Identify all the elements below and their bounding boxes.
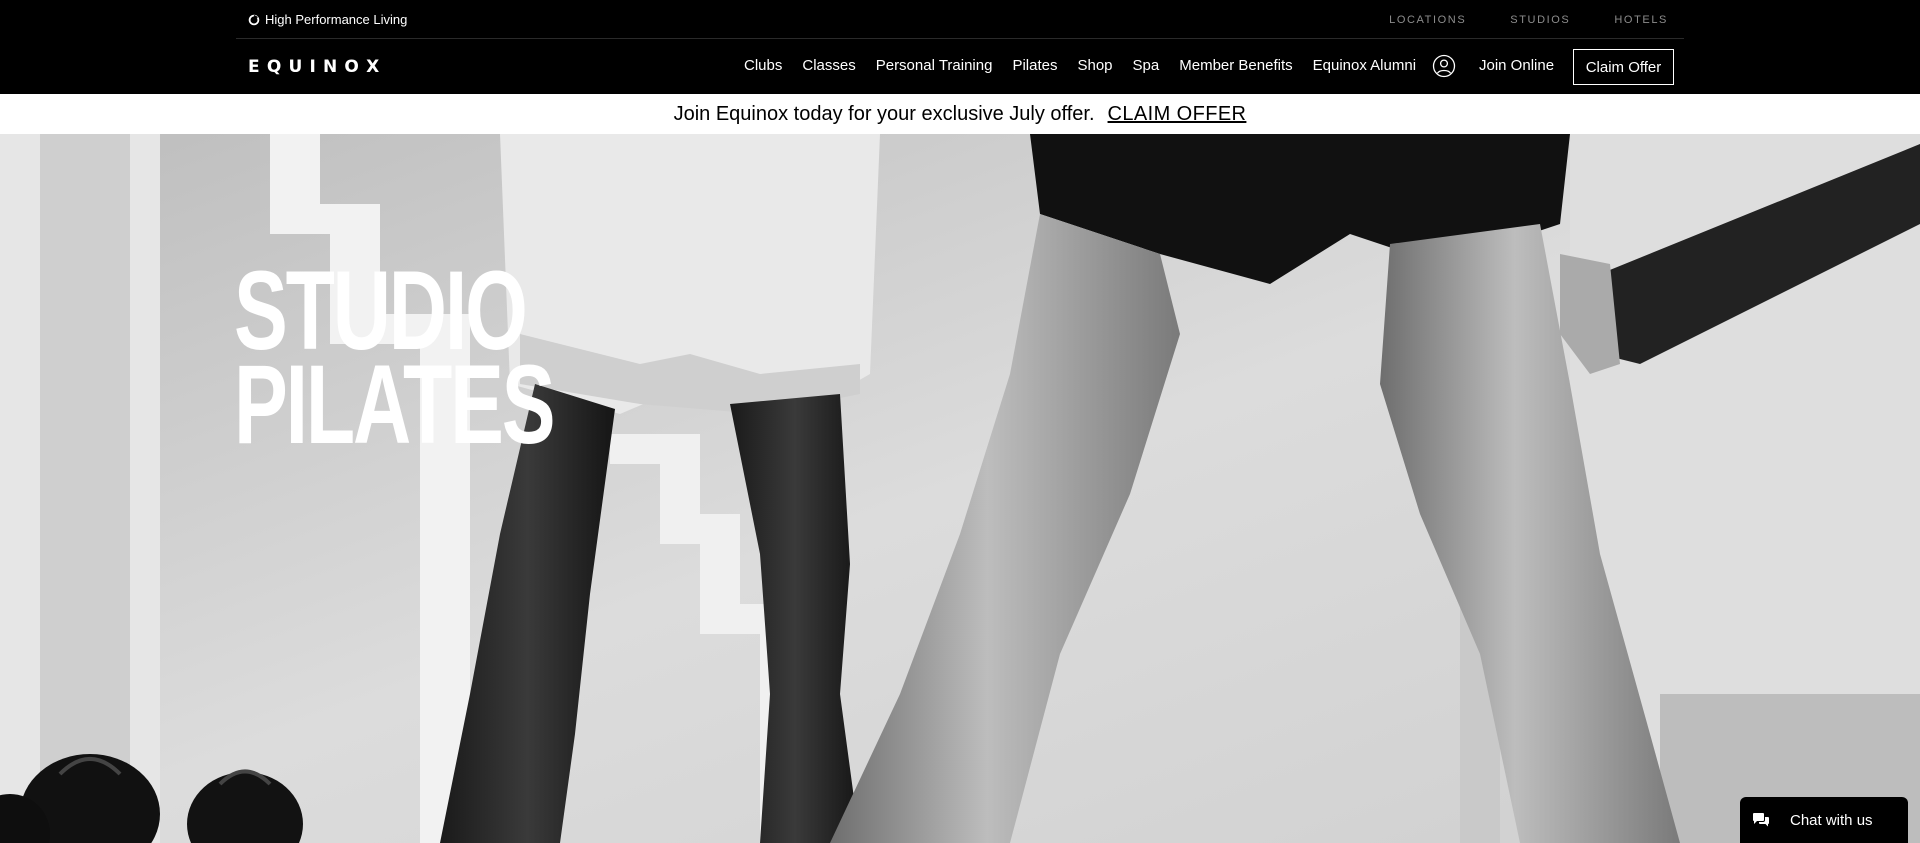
join-online-link[interactable]: Join Online bbox=[1479, 57, 1554, 74]
primary-nav-links: Clubs Classes Personal Training Pilates … bbox=[744, 57, 1436, 74]
utility-links: LOCATIONS STUDIOS HOTELS bbox=[1389, 14, 1668, 26]
high-performance-living-link[interactable]: High Performance Living bbox=[248, 12, 407, 27]
utility-link-locations[interactable]: LOCATIONS bbox=[1389, 14, 1466, 26]
site-header: High Performance Living LOCATIONS STUDIO… bbox=[0, 0, 1920, 94]
main-navigation: EQUINO X Clubs Classes Personal Training … bbox=[236, 39, 1684, 94]
nav-item-member-benefits[interactable]: Member Benefits bbox=[1179, 57, 1292, 74]
utility-link-hotels[interactable]: HOTELS bbox=[1614, 14, 1668, 26]
utility-bar: High Performance Living LOCATIONS STUDIO… bbox=[236, 0, 1684, 39]
promo-text: Join Equinox today for your exclusive Ju… bbox=[673, 102, 1095, 125]
equinox-logo[interactable]: EQUINO X bbox=[248, 57, 379, 77]
nav-item-equinox-alumni[interactable]: Equinox Alumni bbox=[1313, 57, 1416, 74]
nav-item-personal-training[interactable]: Personal Training bbox=[876, 57, 993, 74]
hero-title: STUDIO PILATES bbox=[234, 255, 556, 467]
hero-video bbox=[0, 134, 1920, 843]
user-circle-icon[interactable] bbox=[1432, 54, 1456, 78]
logo-text-end: X bbox=[366, 57, 380, 77]
chat-label: Chat with us bbox=[1790, 811, 1873, 829]
nav-item-clubs[interactable]: Clubs bbox=[744, 57, 782, 74]
tagline-label: High Performance Living bbox=[265, 12, 408, 27]
chat-with-us-button[interactable]: Chat with us bbox=[1740, 797, 1908, 843]
nav-item-shop[interactable]: Shop bbox=[1077, 57, 1112, 74]
logo-text: EQUINO bbox=[248, 57, 367, 77]
utility-link-studios[interactable]: STUDIOS bbox=[1510, 14, 1570, 26]
claim-offer-link[interactable]: CLAIM OFFER bbox=[1108, 103, 1247, 126]
hero-title-line-2: PILATES bbox=[234, 342, 556, 467]
promo-banner: Join Equinox today for your exclusive Ju… bbox=[0, 94, 1920, 134]
nav-item-classes[interactable]: Classes bbox=[802, 57, 855, 74]
nav-item-pilates[interactable]: Pilates bbox=[1012, 57, 1057, 74]
chat-bubbles-icon bbox=[1753, 813, 1769, 827]
hero-section: STUDIO PILATES bbox=[0, 134, 1920, 843]
nav-item-spa[interactable]: Spa bbox=[1133, 57, 1160, 74]
claim-offer-button[interactable]: Claim Offer bbox=[1573, 49, 1674, 85]
ring-icon bbox=[248, 14, 260, 25]
